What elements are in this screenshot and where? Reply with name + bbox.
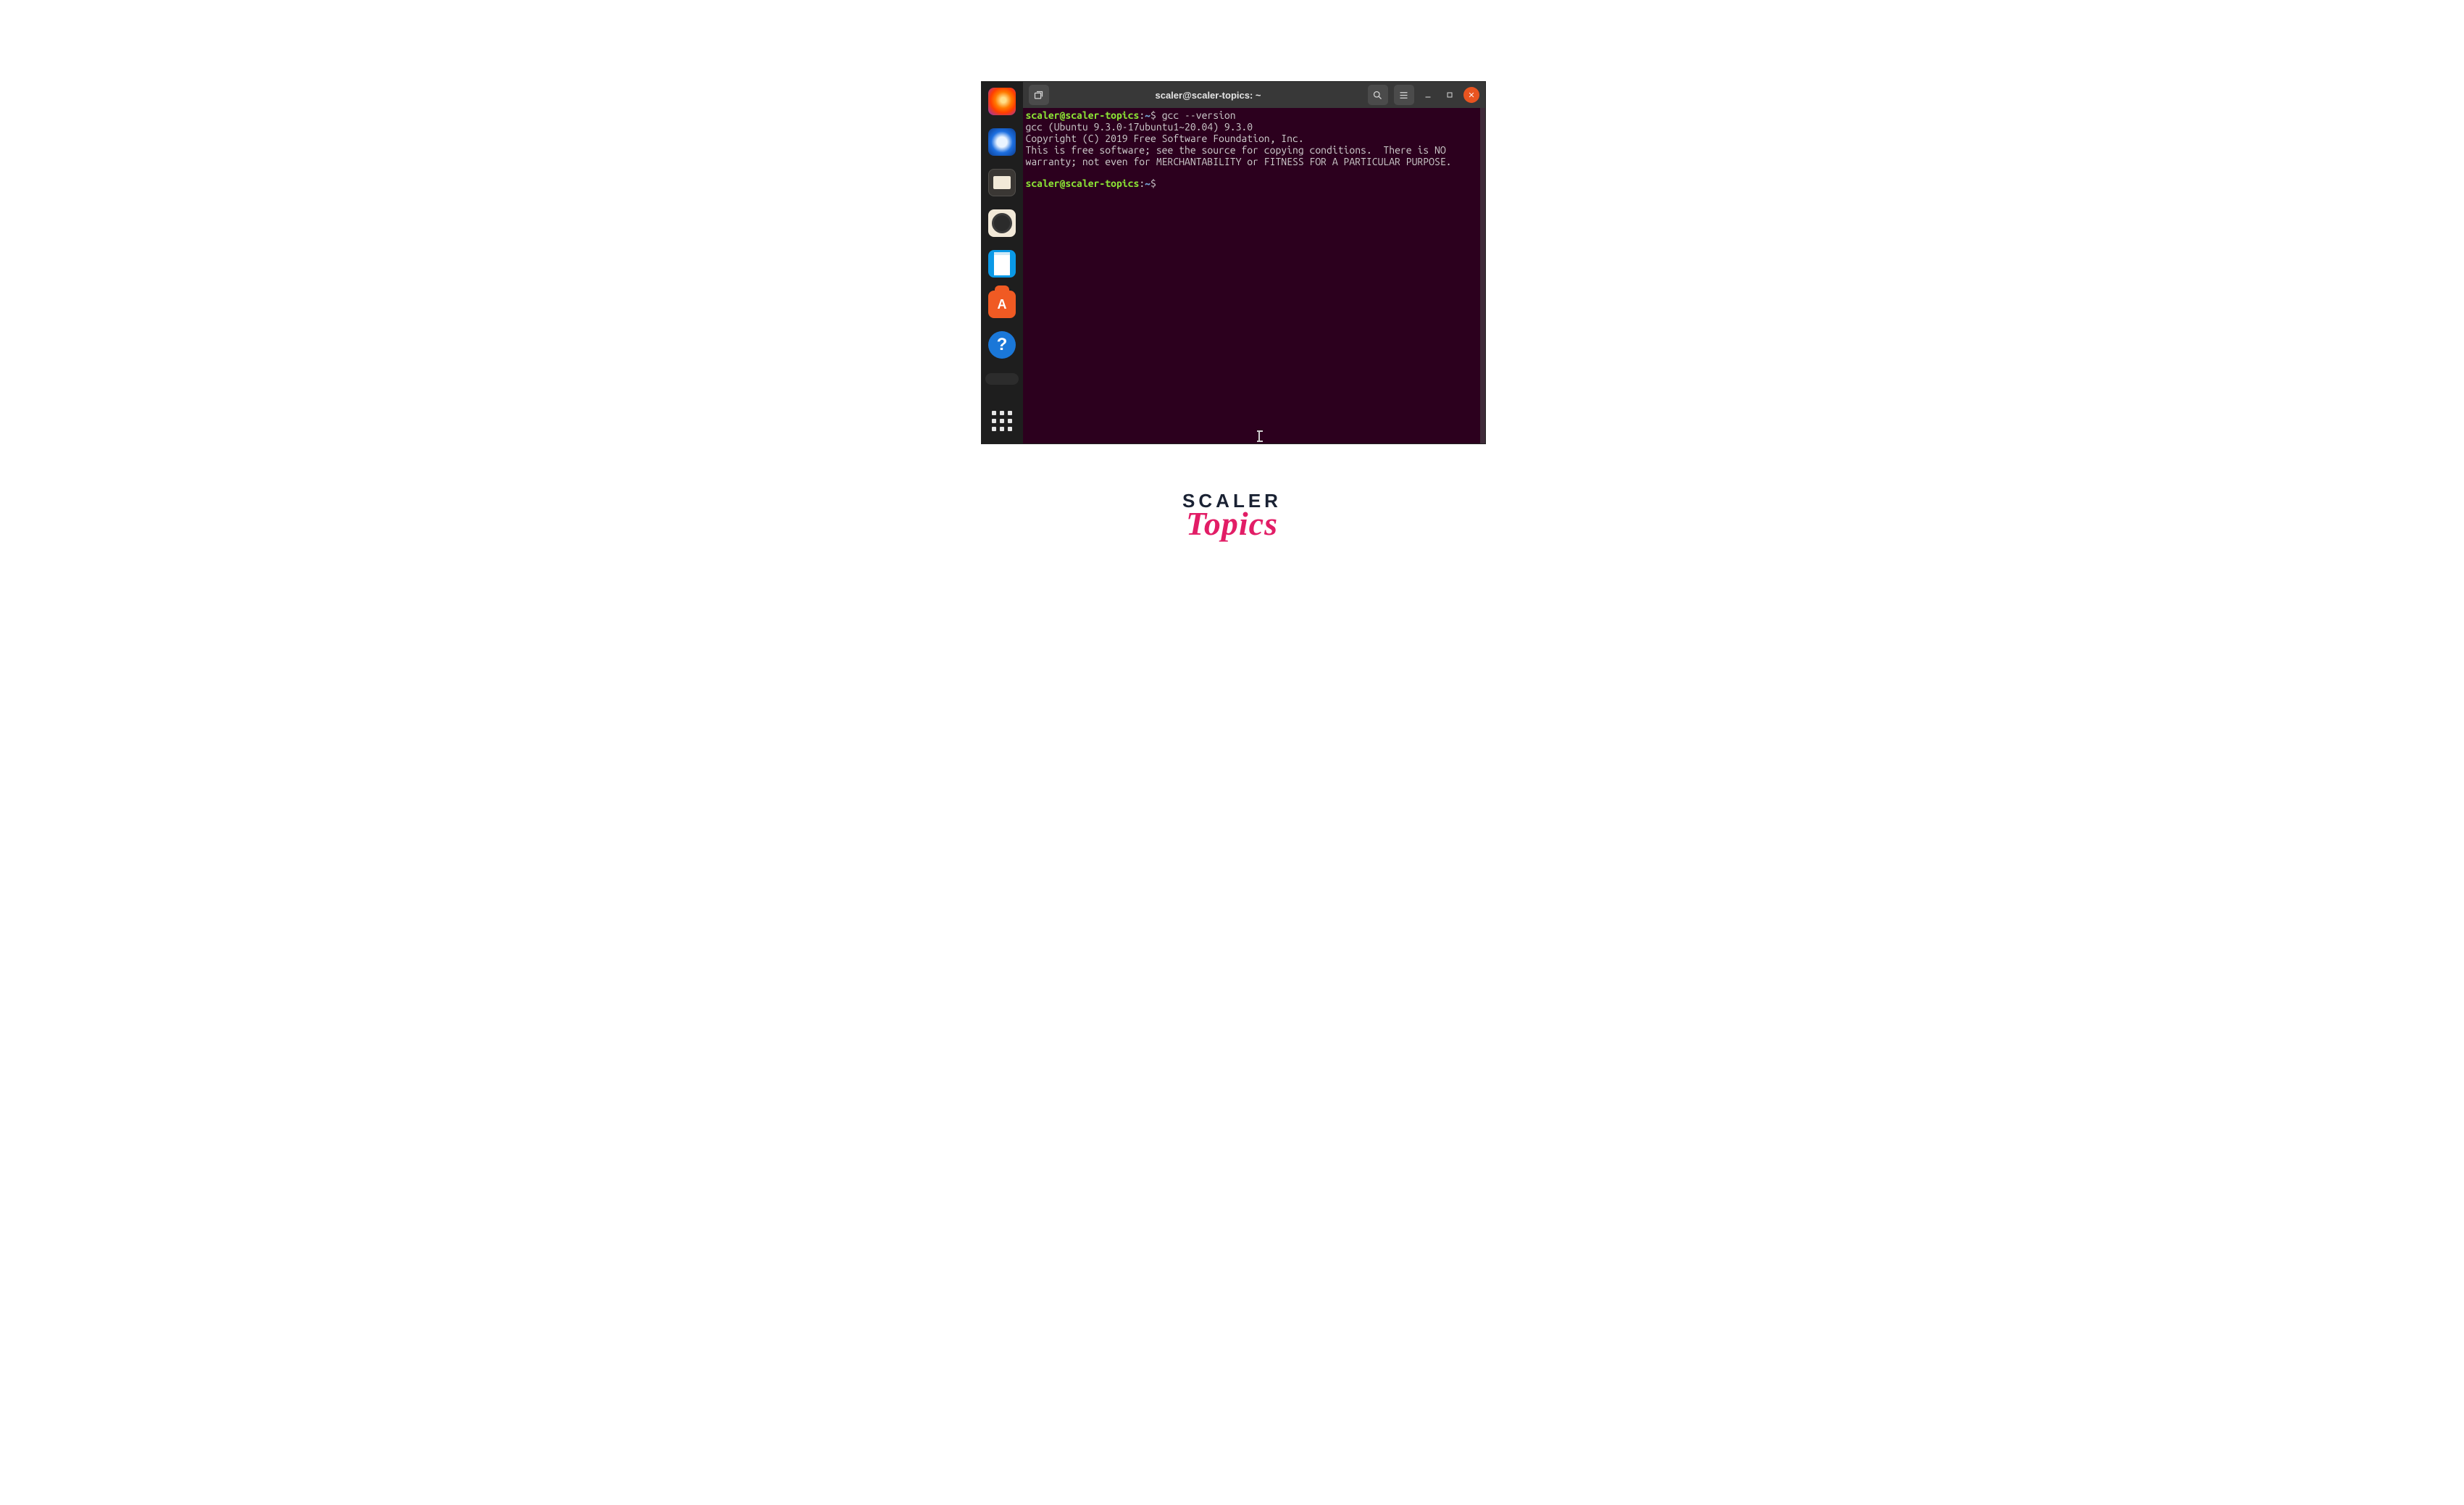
rhythmbox-icon[interactable] bbox=[988, 209, 1016, 237]
logo-scaler-text: SCALER bbox=[1182, 491, 1282, 510]
libreoffice-writer-icon[interactable] bbox=[988, 250, 1016, 278]
terminal-body[interactable]: scaler@scaler-topics:~$ gcc --version gc… bbox=[1023, 108, 1485, 443]
new-tab-button[interactable] bbox=[1029, 85, 1049, 105]
ubuntu-desktop: ? scaler@scaler-topics: ~ bbox=[981, 81, 1486, 444]
search-button[interactable] bbox=[1368, 85, 1388, 105]
firefox-icon[interactable] bbox=[988, 88, 1016, 115]
thunderbird-icon[interactable] bbox=[988, 128, 1016, 156]
minimize-button[interactable] bbox=[1420, 87, 1436, 103]
prompt-user: scaler@scaler-topics bbox=[1026, 109, 1140, 121]
search-icon bbox=[1372, 90, 1383, 101]
prompt-user: scaler@scaler-topics bbox=[1026, 178, 1140, 189]
prompt-path: ~ bbox=[1145, 178, 1150, 189]
logo-topics-text: Topics bbox=[1182, 507, 1282, 541]
window-title: scaler@scaler-topics: ~ bbox=[1055, 90, 1362, 101]
help-icon[interactable]: ? bbox=[988, 331, 1016, 359]
prompt-dollar: $ bbox=[1150, 178, 1156, 189]
prompt-dollar: $ bbox=[1150, 109, 1156, 121]
minimize-icon bbox=[1424, 91, 1432, 99]
terminal-window: scaler@scaler-topics: ~ bbox=[1023, 82, 1485, 443]
files-icon[interactable] bbox=[988, 169, 1016, 196]
show-applications-icon[interactable] bbox=[988, 407, 1016, 435]
new-tab-icon bbox=[1033, 90, 1044, 101]
scaler-topics-logo: SCALER Topics bbox=[1182, 491, 1282, 541]
prompt-sep: : bbox=[1139, 178, 1145, 189]
command-output: gcc (Ubuntu 9.3.0-17ubuntu1~20.04) 9.3.0… bbox=[1026, 121, 1482, 167]
prompt-path: ~ bbox=[1145, 109, 1150, 121]
prompt-sep: : bbox=[1139, 109, 1145, 121]
hamburger-menu-icon bbox=[1398, 90, 1409, 101]
prompt-line-1: scaler@scaler-topics:~$ gcc --version bbox=[1026, 109, 1482, 121]
dock-partial-item[interactable] bbox=[985, 373, 1019, 385]
restore-icon bbox=[1445, 91, 1454, 99]
close-icon bbox=[1468, 91, 1475, 99]
dock: ? bbox=[982, 82, 1023, 443]
terminal-titlebar: scaler@scaler-topics: ~ bbox=[1023, 82, 1485, 108]
text-cursor-icon bbox=[1258, 430, 1260, 442]
close-button[interactable] bbox=[1463, 87, 1479, 103]
menu-button[interactable] bbox=[1394, 85, 1414, 105]
ubuntu-software-icon[interactable] bbox=[988, 291, 1016, 318]
command-text: gcc --version bbox=[1162, 109, 1236, 121]
prompt-line-2: scaler@scaler-topics:~$ bbox=[1026, 178, 1482, 189]
restore-button[interactable] bbox=[1442, 87, 1458, 103]
